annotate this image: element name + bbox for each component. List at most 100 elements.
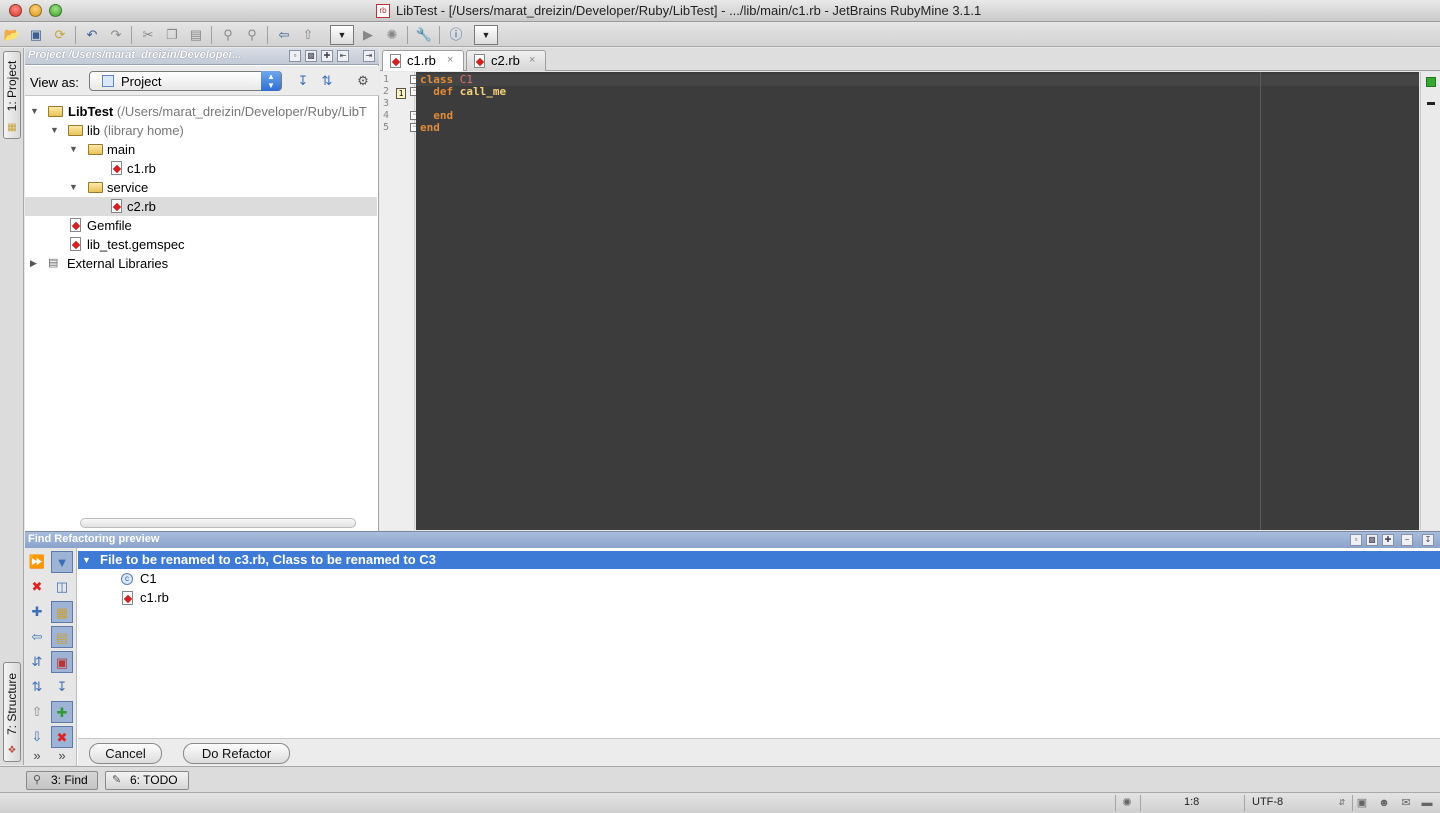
pin-icon[interactable]: ✚	[321, 50, 333, 62]
tree-item-c2-rb[interactable]: c2.rb	[25, 197, 377, 216]
editor-tab-c1-rb[interactable]: c1.rb ×	[382, 50, 464, 71]
tree-item-gemfile[interactable]: Gemfile	[25, 216, 377, 235]
expanded-triangle-icon[interactable]: ▼	[30, 102, 40, 121]
project-tool-tab[interactable]: ▦ 1: Project	[3, 51, 21, 139]
gutter-marker-icon[interactable]: 1	[396, 88, 406, 99]
project-horizontal-scrollbar[interactable]	[80, 518, 356, 528]
find-icon[interactable]: ⚲	[218, 25, 238, 45]
refactor-button-bar: Cancel Do Refactor	[78, 738, 1440, 766]
collapse-all-icon[interactable]: ⇅	[319, 73, 335, 89]
close-tab-icon[interactable]: ×	[529, 51, 535, 70]
close-window-button[interactable]	[9, 4, 22, 17]
todo-tool-tab[interactable]: ✎ 6: TODO	[105, 771, 189, 790]
expanded-triangle-icon[interactable]: ▼	[69, 140, 79, 159]
minimize-window-button[interactable]	[29, 4, 42, 17]
gear-icon[interactable]: ⚙	[355, 73, 371, 89]
no-errors-indicator[interactable]	[1426, 77, 1436, 87]
code-editor[interactable]: class C1 def call_me end end	[416, 72, 1419, 530]
hide-panel-icon[interactable]: ⇤	[337, 50, 349, 62]
encoding-selector[interactable]: UTF-8	[1252, 796, 1283, 808]
redo-icon[interactable]: ↷	[106, 25, 126, 45]
lock-icon[interactable]: ▣	[1355, 796, 1369, 810]
find-tool-tab[interactable]: ⚲ 3: Find	[26, 771, 98, 790]
previous-occurrence-icon[interactable]: ⇦	[26, 626, 48, 648]
stripe-marker[interactable]	[1427, 102, 1435, 105]
restore-icon[interactable]: ▫	[1350, 534, 1362, 546]
help-icon[interactable]: ⓘ	[446, 25, 466, 45]
paste-icon[interactable]: ▤	[186, 25, 206, 45]
chevron-updown-icon[interactable]: ⇵	[1335, 796, 1349, 810]
line-number: 3	[382, 98, 389, 109]
restore-icon[interactable]: ▫	[289, 50, 301, 62]
caret-position[interactable]: 1:8	[1184, 796, 1199, 808]
exclude-icon[interactable]: ✖	[51, 726, 73, 748]
synchronize-icon[interactable]: ⟳	[50, 25, 70, 45]
tree-item-c1-rb[interactable]: c1.rb	[25, 159, 377, 178]
pin-icon[interactable]: ✚	[1382, 534, 1394, 546]
run-icon[interactable]: ▶	[358, 25, 378, 45]
view-as-select[interactable]: Project ▲ ▼	[89, 71, 282, 91]
include-icon[interactable]: ✚	[51, 701, 73, 723]
download-icon[interactable]: ↧	[1422, 534, 1434, 546]
editor-error-stripe[interactable]	[1420, 72, 1440, 530]
debug-icon[interactable]: ✺	[382, 25, 402, 45]
filter-icon[interactable]: ▼	[51, 551, 73, 573]
replace-icon[interactable]: ⚲	[242, 25, 262, 45]
expanded-triangle-icon[interactable]: ▼	[50, 121, 60, 140]
group-by-package-icon[interactable]: ▣	[51, 651, 73, 673]
more-actions-icon[interactable]: »	[51, 749, 73, 763]
move-up-icon[interactable]: ⇧	[26, 701, 48, 723]
group-by-directory-icon[interactable]: ▦	[51, 601, 73, 623]
expanded-triangle-icon[interactable]: ▼	[82, 551, 92, 569]
collapse-panel-icon[interactable]: ⇥	[363, 50, 375, 62]
hide-panel-icon[interactable]: −	[1401, 534, 1413, 546]
rerun-icon[interactable]: ⏩	[26, 551, 48, 573]
pin-tab-icon[interactable]: ✚	[26, 601, 48, 623]
tree-item-libtest[interactable]: ▼ LibTest (/Users/marat_dreizin/Develope…	[25, 102, 377, 121]
inspector-icon[interactable]: ☻	[1377, 796, 1391, 810]
float-icon[interactable]: ▩	[305, 50, 317, 62]
tree-item-service[interactable]: ▼ service	[25, 178, 377, 197]
toolbar-more-dropdown[interactable]: ▼	[474, 25, 498, 45]
collapse-all-icon[interactable]: ⇅	[26, 676, 48, 698]
find-item-file-c1-rb[interactable]: c1.rb	[120, 589, 320, 607]
notifications-icon[interactable]: ▬	[1420, 796, 1434, 810]
tree-item-main[interactable]: ▼ main	[25, 140, 377, 159]
settings-wrench-icon[interactable]: 🔧	[414, 25, 434, 45]
editor-gutter[interactable]: 1 2 3 4 5 1 − − − −	[380, 72, 419, 530]
close-tab-icon[interactable]: ×	[447, 51, 453, 70]
tree-item-lib[interactable]: ▼ lib (library home)	[25, 121, 377, 140]
forward-icon[interactable]: ⇧	[298, 25, 318, 45]
group-by-module-icon[interactable]: ▤	[51, 626, 73, 648]
autoscroll-icon[interactable]: ↧	[51, 676, 73, 698]
editor-tab-c2-rb[interactable]: c2.rb ×	[466, 50, 546, 71]
float-icon[interactable]: ▩	[1366, 534, 1378, 546]
structure-tool-tab[interactable]: ❖ 7: Structure	[3, 662, 21, 762]
refactoring-group-row[interactable]: ▼ File to be renamed to c3.rb, Class to …	[78, 551, 1440, 569]
scroll-from-source-icon[interactable]: ↧	[295, 73, 311, 89]
do-refactor-button[interactable]: Do Refactor	[183, 743, 290, 764]
open-folder-icon[interactable]: 📂	[2, 25, 22, 45]
run-configuration-dropdown[interactable]: ▼	[330, 25, 354, 45]
collapsed-triangle-icon[interactable]: ▶	[30, 254, 40, 273]
back-icon[interactable]: ⇦	[274, 25, 294, 45]
tree-item-external-libraries[interactable]: ▶ ▤ External Libraries	[25, 254, 377, 273]
close-icon[interactable]: ✖	[26, 576, 48, 598]
preview-icon[interactable]: ◫	[51, 576, 73, 598]
copy-icon[interactable]: ❐	[162, 25, 182, 45]
folder-icon	[88, 182, 103, 193]
cut-icon[interactable]: ✂	[138, 25, 158, 45]
undo-icon[interactable]: ↶	[82, 25, 102, 45]
find-item-class-c1[interactable]: c C1	[120, 570, 320, 588]
background-tasks-icon[interactable]: ✺	[1120, 796, 1134, 810]
event-log-icon[interactable]: ✉	[1399, 796, 1413, 810]
move-down-icon[interactable]: ⇩	[26, 726, 48, 748]
save-all-icon[interactable]: ▣	[26, 25, 46, 45]
expand-all-icon[interactable]: ⇵	[26, 651, 48, 673]
tree-item-gemspec[interactable]: lib_test.gemspec	[25, 235, 377, 254]
expanded-triangle-icon[interactable]: ▼	[69, 178, 79, 197]
cancel-button[interactable]: Cancel	[89, 743, 162, 764]
zoom-window-button[interactable]	[49, 4, 62, 17]
bottom-tool-strip: ⚲ 3: Find ✎ 6: TODO	[0, 766, 1440, 792]
more-actions-icon[interactable]: »	[26, 749, 48, 763]
